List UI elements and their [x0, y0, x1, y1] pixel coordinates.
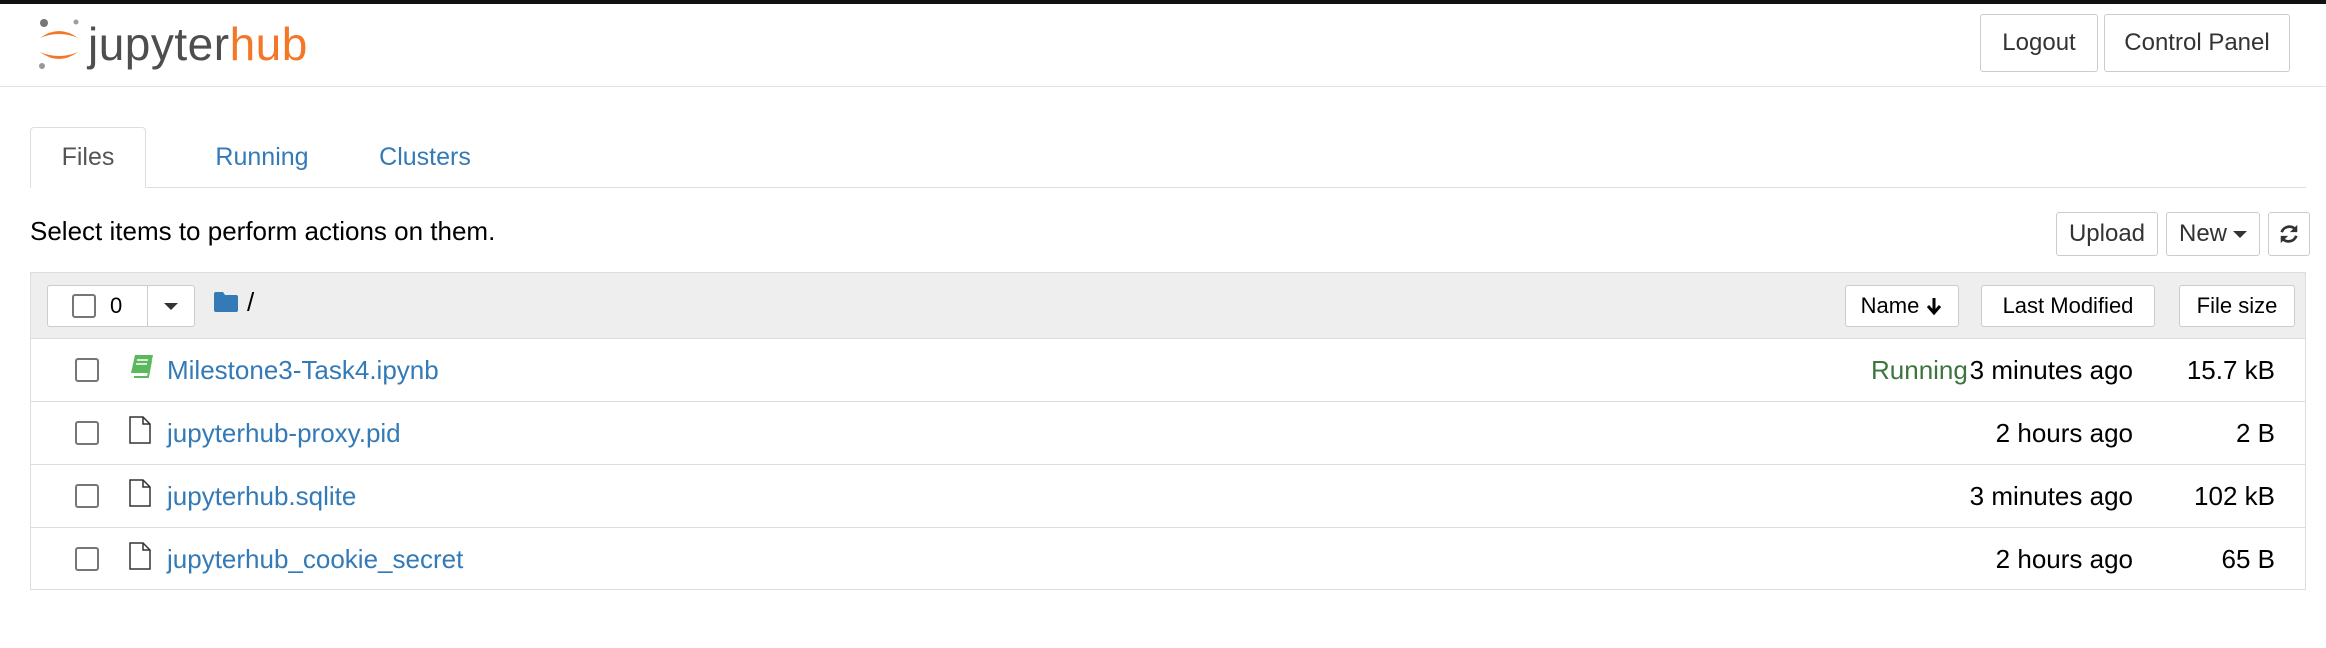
sort-by-modified-button[interactable]: Last Modified — [1981, 285, 2155, 327]
folder-icon[interactable] — [213, 291, 239, 313]
file-icon — [129, 479, 151, 507]
sort-by-size-button[interactable]: File size — [2179, 285, 2295, 327]
tab-bar: Files Running Clusters — [30, 127, 2306, 188]
row-checkbox[interactable] — [75, 547, 99, 571]
logo-wordmark: jupyterhub — [88, 21, 308, 67]
breadcrumb-root[interactable]: / — [247, 287, 254, 318]
file-modified: 2 hours ago — [1995, 544, 2133, 574]
selection-instructions: Select items to perform actions on them. — [30, 216, 496, 246]
file-list: 0 / Name Last Modified File size Milesto… — [30, 272, 2306, 590]
logo-text-hub: hub — [229, 18, 308, 70]
control-panel-button[interactable]: Control Panel — [2104, 14, 2290, 72]
row-checkbox[interactable] — [75, 358, 99, 382]
tab-files[interactable]: Files — [30, 127, 146, 188]
caret-down-icon — [164, 302, 178, 310]
row-checkbox[interactable] — [75, 484, 99, 508]
file-name-link[interactable]: Milestone3-Task4.ipynb — [167, 355, 439, 386]
file-size: 2 B — [2235, 418, 2275, 448]
tab-clusters[interactable]: Clusters — [344, 127, 506, 187]
caret-down-icon — [2233, 230, 2247, 238]
file-name-link[interactable]: jupyterhub.sqlite — [167, 481, 356, 512]
file-modified: 3 minutes ago — [1969, 355, 2133, 385]
running-status: Running — [1871, 355, 1968, 385]
select-all-group: 0 — [47, 285, 195, 327]
file-modified: 2 hours ago — [1995, 418, 2133, 448]
select-menu-toggle[interactable] — [148, 286, 194, 326]
list-item[interactable]: jupyterhub.sqlite 3 minutes ago 102 kB — [31, 465, 2305, 528]
new-button-label: New — [2178, 220, 2227, 247]
upload-button[interactable]: Upload — [2056, 212, 2158, 256]
selected-count: 0 — [110, 293, 123, 318]
file-list-header: 0 / Name Last Modified File size — [31, 273, 2305, 339]
sort-name-label: Name — [1860, 293, 1920, 318]
logo-text-jupyter: jupyter — [88, 18, 230, 70]
list-item[interactable]: Milestone3-Task4.ipynb Running 3 minutes… — [31, 339, 2305, 402]
file-name-link[interactable]: jupyterhub_cookie_secret — [167, 544, 463, 575]
new-dropdown-button[interactable]: New — [2166, 212, 2260, 256]
top-header: jupyterhub Logout Control Panel — [0, 4, 2326, 87]
select-all-control[interactable]: 0 — [48, 286, 148, 326]
tab-running[interactable]: Running — [182, 127, 342, 187]
list-item[interactable]: jupyterhub_cookie_secret 2 hours ago 65 … — [31, 528, 2305, 591]
file-size: 15.7 kB — [2186, 355, 2275, 385]
refresh-icon — [2280, 224, 2298, 244]
file-size: 65 B — [2221, 544, 2276, 574]
arrow-down-icon — [1927, 298, 1942, 316]
file-modified: 3 minutes ago — [1969, 481, 2133, 511]
jupyter-logo-icon — [39, 19, 79, 69]
logout-button[interactable]: Logout — [1980, 14, 2098, 72]
list-item[interactable]: jupyterhub-proxy.pid 2 hours ago 2 B — [31, 402, 2305, 465]
jupyterhub-logo[interactable]: jupyterhub — [36, 14, 308, 74]
row-checkbox[interactable] — [75, 421, 99, 445]
file-icon — [129, 542, 151, 570]
notebook-icon — [131, 355, 153, 378]
file-name-link[interactable]: jupyterhub-proxy.pid — [167, 418, 401, 449]
refresh-button[interactable] — [2268, 212, 2310, 256]
file-icon — [129, 416, 151, 444]
sort-by-name-button[interactable]: Name — [1845, 285, 1959, 327]
file-size: 102 kB — [2194, 481, 2275, 511]
select-all-checkbox[interactable] — [72, 294, 96, 318]
